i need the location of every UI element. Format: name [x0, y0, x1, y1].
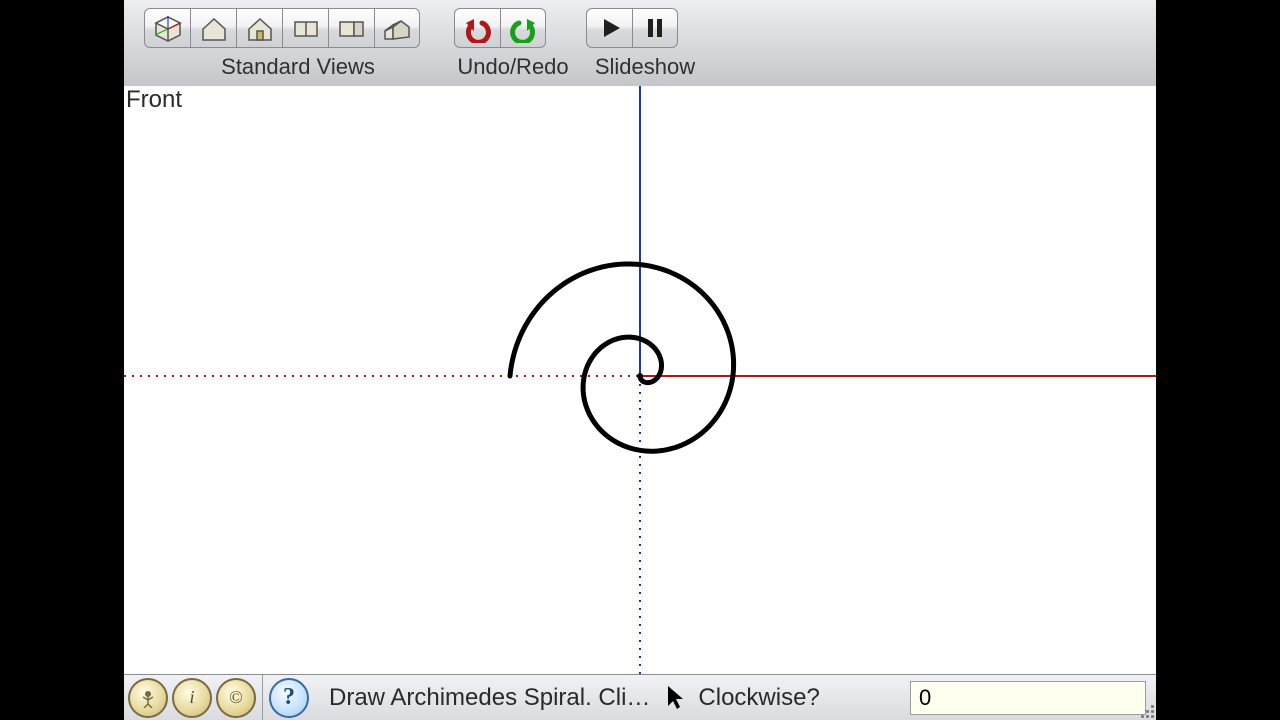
toolbar-group-undoredo-label: Undo/Redo	[448, 54, 578, 80]
house-back-icon	[196, 13, 232, 43]
pause-button[interactable]	[632, 8, 678, 48]
house-iso-icon	[379, 13, 415, 43]
status-param-input[interactable]	[910, 681, 1146, 715]
toolbar-group-slideshow-label: Slideshow	[580, 54, 710, 80]
view-right-button[interactable]	[328, 8, 374, 48]
status-param-label: Clockwise?	[690, 684, 827, 712]
app-window: Standard Views Undo/Redo	[124, 0, 1156, 720]
undo-icon	[460, 13, 496, 43]
pause-icon	[637, 13, 673, 43]
top-plane-icon	[288, 13, 324, 43]
view-left-button[interactable]	[374, 8, 420, 48]
play-button[interactable]	[586, 8, 632, 48]
status-param-input-wrap	[910, 681, 1146, 715]
status-bar: i © ? Draw Archimedes Spiral. Cli… Clock…	[124, 674, 1156, 720]
play-icon	[592, 13, 628, 43]
help-icon[interactable]: ?	[269, 678, 309, 718]
cursor-indicator-icon	[660, 684, 690, 712]
resize-grip[interactable]	[1136, 700, 1154, 718]
view-front-button[interactable]	[236, 8, 282, 48]
toolbar-group-views-label: Standard Views	[168, 54, 428, 80]
status-credits-icon[interactable]: ©	[216, 678, 256, 718]
iso-cube-icon	[150, 13, 186, 43]
canvas-viewport[interactable]: Front	[124, 86, 1156, 674]
toolbar-group-slideshow: Slideshow	[586, 8, 690, 48]
spiral-path	[510, 264, 734, 451]
status-info-icon[interactable]: i	[172, 678, 212, 718]
status-hint-text: Draw Archimedes Spiral. Cli…	[321, 684, 660, 712]
toolbar-group-views: Standard Views	[144, 8, 424, 48]
toolbar: Standard Views Undo/Redo	[124, 0, 1156, 87]
right-plane-icon	[334, 13, 370, 43]
undo-button[interactable]	[454, 8, 500, 48]
canvas-svg	[124, 86, 1156, 674]
status-geo-icon[interactable]	[128, 678, 168, 718]
view-iso-button[interactable]	[144, 8, 190, 48]
redo-button[interactable]	[500, 8, 546, 48]
redo-icon	[505, 13, 541, 43]
status-icons: i ©	[124, 675, 263, 720]
house-front-icon	[242, 13, 278, 43]
toolbar-group-undoredo: Undo/Redo	[454, 8, 558, 48]
view-top-button[interactable]	[282, 8, 328, 48]
view-back-button[interactable]	[190, 8, 236, 48]
